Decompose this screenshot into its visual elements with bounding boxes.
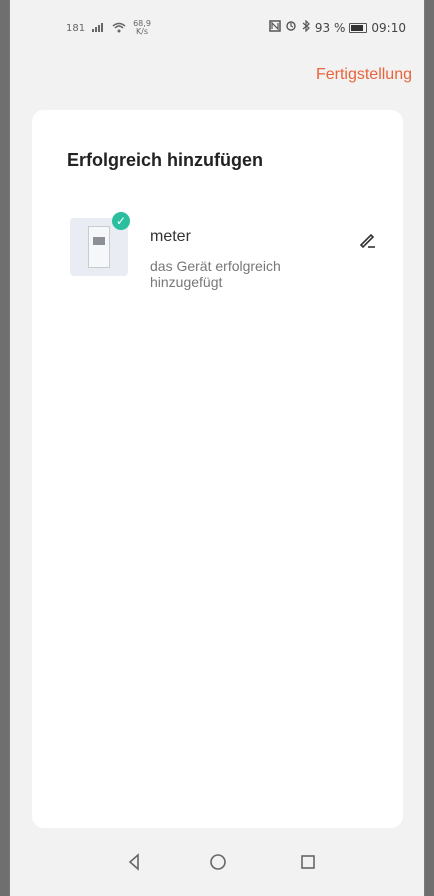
result-card: Erfolgreich hinzufügen ✓ meter das Gerät… — [32, 110, 403, 828]
net-speed: 68,9 K/s — [133, 20, 151, 36]
pencil-icon[interactable] — [356, 228, 380, 252]
alarm-icon — [285, 20, 297, 35]
status-left-text: 181 — [66, 22, 86, 34]
meter-body — [88, 226, 110, 268]
triangle-back-icon[interactable] — [122, 850, 146, 874]
status-time: 09:10 — [371, 20, 406, 35]
square-recent-icon[interactable] — [296, 850, 320, 874]
status-left: 181 68,9 K/s — [66, 20, 151, 36]
navigation-bar — [10, 828, 424, 896]
circle-home-icon[interactable] — [206, 850, 230, 874]
card-title: Erfolgreich hinzufügen — [67, 150, 263, 170]
signal-icon — [91, 21, 105, 35]
meter-screen — [93, 237, 105, 245]
nfc-icon — [269, 20, 281, 35]
status-right: 93 % 09:10 — [269, 19, 406, 35]
battery-icon — [349, 22, 368, 33]
battery-percentage: 93 % — [314, 20, 346, 35]
device-name: meter — [150, 228, 191, 245]
device-row: ✓ meter das Gerät erfolgreich hinzugefüg… — [70, 212, 390, 308]
device-status: das Gerät erfolgreich hinzugefügt — [150, 258, 281, 290]
net-speed-unit: K/s — [135, 27, 149, 36]
phone-screen: 181 68,9 K/s 93 % 09:10 Fertigstellung E… — [9, 0, 425, 896]
status-bar: 181 68,9 K/s 93 % 09:10 — [10, 0, 424, 58]
done-button[interactable]: Fertigstellung — [316, 66, 412, 84]
bluetooth-icon — [301, 19, 311, 35]
check-icon: ✓ — [112, 212, 130, 230]
wifi-icon — [111, 21, 127, 36]
